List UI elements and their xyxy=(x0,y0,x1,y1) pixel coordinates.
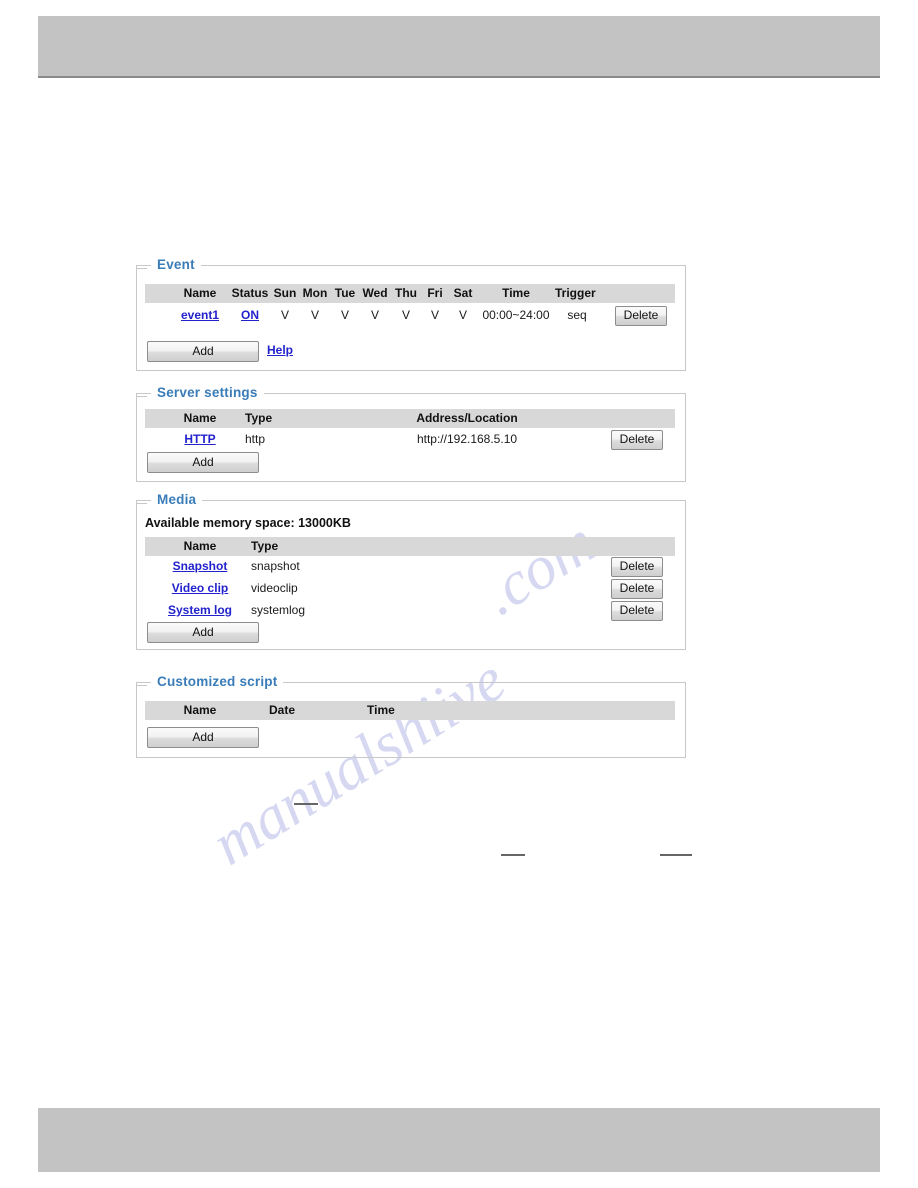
event-col-fri: Fri xyxy=(427,286,443,300)
server-settings-panel-legend: Server settings xyxy=(137,385,264,400)
media-row-delete-button-snapshot[interactable]: Delete xyxy=(611,557,663,577)
customized-script-panel: Customized script Name Date Time Add xyxy=(136,674,686,758)
media-add-button[interactable]: Add xyxy=(147,622,259,643)
customized-script-panel-legend: Customized script xyxy=(136,674,284,689)
event-help-link[interactable]: Help xyxy=(267,343,293,358)
residual-rule-3 xyxy=(660,854,692,856)
page-content: Event Name Status Sun Mon Tue Wed Thu Fr… xyxy=(0,0,918,1188)
event-panel-legend: Event xyxy=(137,257,201,272)
event-col-thu: Thu xyxy=(395,286,417,300)
media-col-type: Type xyxy=(251,539,279,553)
server-col-name: Name xyxy=(183,411,217,425)
event-col-trigger: Trigger xyxy=(555,286,596,300)
media-row-type-systemlog: systemlog xyxy=(251,603,306,617)
event-panel: Event Name Status Sun Mon Tue Wed Thu Fr… xyxy=(136,257,686,371)
server-col-type: Type xyxy=(245,411,273,425)
event-row-fri: V xyxy=(430,308,439,322)
event-col-tue: Tue xyxy=(334,286,356,300)
server-settings-panel: Server settings Name Type Address/Locati… xyxy=(136,385,686,482)
event-add-button[interactable]: Add xyxy=(147,341,259,362)
media-row-name-link-snapshot[interactable]: Snapshot xyxy=(153,559,247,574)
media-row-delete-button-systemlog[interactable]: Delete xyxy=(611,601,663,621)
media-row-delete-button-videoclip[interactable]: Delete xyxy=(611,579,663,599)
server-row-name-link[interactable]: HTTP xyxy=(165,432,235,447)
media-row-name-link-systemlog[interactable]: System log xyxy=(153,603,247,618)
event-row-thu: V xyxy=(401,308,410,322)
media-row-type-snapshot: snapshot xyxy=(251,559,300,573)
media-row-name-link-videoclip[interactable]: Video clip xyxy=(153,581,247,596)
script-col-time: Time xyxy=(367,703,395,717)
server-add-button[interactable]: Add xyxy=(147,452,259,473)
event-col-status: Status xyxy=(231,286,269,300)
script-col-date: Date xyxy=(269,703,296,717)
event-col-sat: Sat xyxy=(453,286,473,300)
script-col-name: Name xyxy=(183,703,217,717)
event-row-trigger: seq xyxy=(567,308,587,322)
event-col-sun: Sun xyxy=(273,286,297,300)
event-row-status-link[interactable]: ON xyxy=(227,308,273,323)
event-row-delete-button[interactable]: Delete xyxy=(615,306,667,326)
media-col-name: Name xyxy=(183,539,217,553)
event-row-name-link[interactable]: event1 xyxy=(165,308,235,323)
event-col-time: Time xyxy=(502,286,530,300)
event-row-tue: V xyxy=(340,308,349,322)
server-row-type: http xyxy=(245,432,266,446)
event-col-mon: Mon xyxy=(302,286,328,300)
server-row-address: http://192.168.5.10 xyxy=(416,432,518,446)
event-row-wed: V xyxy=(370,308,379,322)
media-panel-legend: Media xyxy=(136,492,203,507)
media-row-type-videoclip: videoclip xyxy=(251,581,298,595)
media-available-memory-text: Available memory space: 13000KB xyxy=(145,516,351,530)
residual-rule-2 xyxy=(501,854,525,856)
residual-rule-1 xyxy=(294,803,318,805)
server-col-address: Address/Location xyxy=(416,411,518,425)
event-col-name: Name xyxy=(183,286,217,300)
event-col-wed: Wed xyxy=(362,286,388,300)
server-row-delete-button[interactable]: Delete xyxy=(611,430,663,450)
event-row-mon: V xyxy=(310,308,319,322)
customized-script-add-button[interactable]: Add xyxy=(147,727,259,748)
media-panel: Media Available memory space: 13000KB Na… xyxy=(136,492,686,650)
event-row-time: 00:00~24:00 xyxy=(482,308,550,322)
event-row-sun: V xyxy=(280,308,289,322)
